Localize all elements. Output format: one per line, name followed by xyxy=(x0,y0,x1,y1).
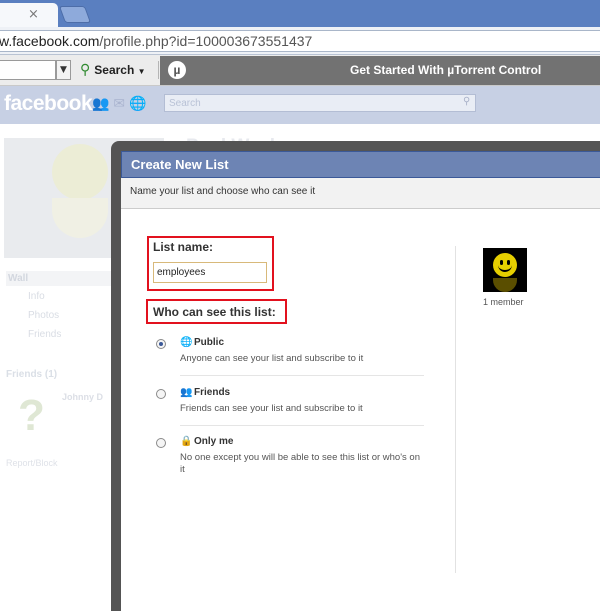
option-only-me-desc: No one except you will be able to see th… xyxy=(180,452,420,475)
smiley-reflection xyxy=(493,278,517,292)
dialog-subtitle-bar: Name your list and choose who can see it xyxy=(121,178,600,209)
address-bar: w.facebook.com/profile.php?id=1000036735… xyxy=(0,27,600,55)
list-name-input[interactable] xyxy=(153,262,267,283)
members-divider xyxy=(455,246,456,573)
radio-public[interactable] xyxy=(156,339,166,349)
facebook-header: facebook 👥✉🌐 Search ⚲ xyxy=(0,86,600,124)
option-only-me-title: Only me xyxy=(194,436,234,447)
utorrent-logo-icon: µ xyxy=(168,61,186,79)
toolbar-dropdown-button[interactable]: ▼ xyxy=(56,60,71,80)
lock-icon: 🔒 xyxy=(180,436,193,447)
member-count: 1 member xyxy=(483,297,524,307)
utorrent-label: Get Started With µTorrent Control xyxy=(350,63,542,77)
tab-strip: × xyxy=(0,0,600,27)
smiley-reflection xyxy=(52,198,108,238)
option-public-desc: Anyone can see your list and subscribe t… xyxy=(180,353,364,364)
url-host: w.facebook.com xyxy=(0,33,100,49)
toolbar-search-button[interactable]: ⚲ Search ▼ xyxy=(80,61,146,79)
sidebar-item-friends[interactable]: Friends xyxy=(28,329,61,340)
member-avatar[interactable] xyxy=(483,248,527,292)
sidebar-item-info[interactable]: Info xyxy=(28,291,45,302)
new-tab-button[interactable] xyxy=(58,6,92,23)
friend-name[interactable]: Johnny D xyxy=(62,392,103,402)
tab-close-icon[interactable]: × xyxy=(28,7,39,22)
report-block-link[interactable]: Report/Block xyxy=(6,458,58,468)
url-path: /profile.php?id=100003673551437 xyxy=(99,33,313,49)
smiley-face xyxy=(493,253,517,277)
option-friends-title: Friends xyxy=(194,387,231,398)
option-divider xyxy=(180,425,424,426)
dialog-title: Create New List xyxy=(131,157,229,172)
browser-tab[interactable]: × xyxy=(0,3,58,27)
dialog-subtitle: Name your list and choose who can see it xyxy=(130,186,316,197)
facebook-search-input[interactable]: Search xyxy=(164,94,476,112)
friends-icon: 👥 xyxy=(180,387,193,398)
globe-icon: 🌐 xyxy=(180,337,193,348)
search-icon: ⚲ xyxy=(80,62,91,78)
option-friends-desc: Friends can see your list and subscribe … xyxy=(180,403,363,414)
create-list-dialog: Create New List Name your list and choos… xyxy=(121,151,600,611)
search-icon[interactable]: ⚲ xyxy=(463,96,470,107)
option-public-title: Public xyxy=(194,337,225,348)
list-name-label: List name: xyxy=(153,240,214,254)
friends-heading: Friends (1) xyxy=(6,369,58,380)
url-field[interactable]: w.facebook.com/profile.php?id=1000036735… xyxy=(0,30,600,52)
notification-icons[interactable]: 👥✉🌐 xyxy=(92,96,151,112)
smiley-image xyxy=(52,144,108,200)
visibility-label: Who can see this list: xyxy=(153,305,276,319)
sidebar-item-photos[interactable]: Photos xyxy=(28,310,59,321)
radio-only-me[interactable] xyxy=(156,438,166,448)
radio-friends[interactable] xyxy=(156,389,166,399)
utorrent-bar[interactable]: µ Get Started With µTorrent Control xyxy=(160,56,600,85)
chevron-down-icon: ▼ xyxy=(137,67,146,76)
option-divider xyxy=(180,375,424,376)
dialog-header: Create New List xyxy=(121,151,600,178)
toolbar-search-input[interactable] xyxy=(0,60,56,80)
toolbar-search-label: Search xyxy=(94,63,135,77)
facebook-logo[interactable]: facebook xyxy=(4,92,93,116)
friend-avatar[interactable]: ? xyxy=(18,391,45,441)
